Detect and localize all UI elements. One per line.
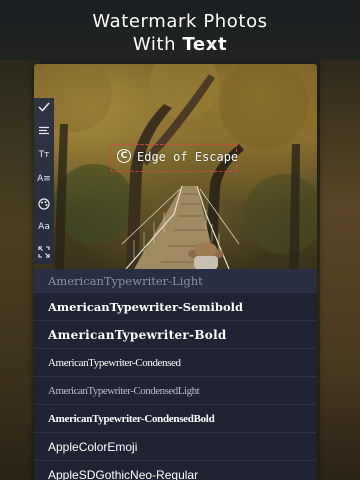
font-item[interactable]: AmericanTypewriter-Bold (34, 321, 317, 349)
headline-bold-word: Text (182, 34, 228, 55)
text-spacing-icon[interactable]: A≡ (34, 170, 54, 188)
font-list-selected-header[interactable]: AmericanTypewriter-Light (34, 269, 317, 293)
headline-line-1: Watermark Photos (92, 11, 268, 32)
font-item[interactable]: AmericanTypewriter-CondensedLight (34, 377, 317, 405)
headline-prefix: With (132, 34, 183, 55)
copyright-icon: C (117, 149, 131, 163)
font-item[interactable]: AppleColorEmoji (34, 433, 317, 461)
font-item[interactable]: AmericanTypewriter-Semibold (34, 293, 317, 321)
font-icon[interactable]: Aa (34, 218, 54, 236)
headline: Watermark Photos With Text (0, 10, 360, 56)
align-left-icon[interactable] (34, 122, 54, 140)
font-item[interactable]: AmericanTypewriter-Condensed (34, 349, 317, 377)
watermark-text: Edge of Escape (137, 150, 239, 164)
font-list: AmericanTypewriter-Light AmericanTypewri… (34, 269, 317, 480)
headline-line-2: With Text (0, 33, 360, 56)
background-blur-right (320, 60, 360, 480)
app-screenshot-frame: C Edge of Escape Tт A≡ Aa AmericanTypewr… (34, 64, 317, 480)
watermark-text-box[interactable]: C Edge of Escape (111, 144, 239, 172)
copyright-symbol: C (120, 151, 128, 161)
color-palette-icon[interactable] (34, 194, 54, 212)
font-item[interactable]: AmericanTypewriter-CondensedBold (34, 405, 317, 433)
text-size-icon[interactable]: Tт (34, 146, 54, 164)
photo-canvas[interactable]: C Edge of Escape (34, 64, 317, 269)
check-icon[interactable] (34, 98, 54, 116)
expand-icon[interactable] (34, 242, 54, 260)
font-item[interactable]: AppleSDGothicNeo-Regular (34, 461, 317, 480)
edit-toolbar: Tт A≡ Aa (34, 98, 54, 264)
